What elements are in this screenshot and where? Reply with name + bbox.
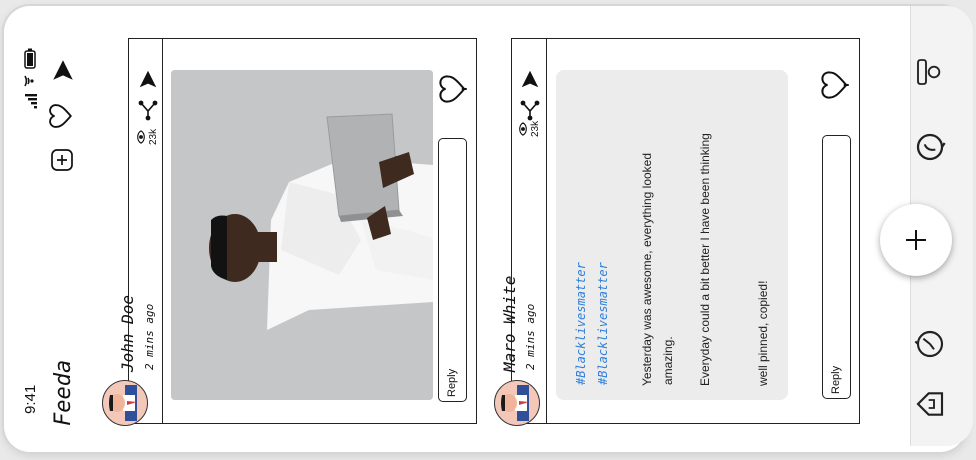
app-screen: 9:41 Feeda 23k Reply John Doe 2 mins ago… [0, 0, 976, 460]
avatar[interactable] [494, 380, 540, 426]
reply-input[interactable] [822, 135, 851, 399]
share-icon[interactable] [518, 98, 542, 122]
wifi-icon [24, 75, 34, 87]
like-icon[interactable] [820, 70, 850, 100]
card-divider [162, 39, 163, 423]
avatar-portrait [495, 381, 539, 425]
battery-icon [24, 48, 36, 69]
like-icon[interactable] [438, 74, 468, 104]
plus-icon [906, 230, 926, 250]
share-send-icon[interactable] [137, 68, 159, 90]
card-divider [546, 39, 547, 423]
post-text-line: amazing. [661, 336, 675, 385]
man-with-laptop-illustration [171, 70, 433, 400]
add-fab-button[interactable] [880, 204, 952, 276]
notifications-icon[interactable] [914, 328, 946, 360]
send-icon[interactable] [50, 57, 76, 83]
avatar[interactable] [102, 380, 148, 426]
share-icon[interactable] [136, 98, 160, 122]
home-icon[interactable] [914, 388, 946, 420]
author-name[interactable]: Maro White [500, 276, 519, 372]
post-text-line: Everyday could a bit better I have been … [698, 133, 712, 386]
eye-icon [137, 130, 145, 144]
post-time: 2 mins ago [143, 303, 156, 370]
post-text-line: well pinned, copied! [756, 280, 770, 386]
hashtag-link[interactable]: #Blacklivesmatter [574, 262, 588, 385]
view-count: 23k [530, 120, 541, 137]
heart-icon[interactable] [48, 103, 74, 129]
view-count: 23k [148, 128, 159, 145]
app-title: Feeda [51, 359, 76, 426]
signal-icon [25, 94, 37, 109]
hashtag-link[interactable]: #Blacklivesmatter [596, 262, 610, 385]
chat-icon[interactable] [914, 131, 946, 163]
reply-input[interactable] [438, 138, 467, 402]
profile-icon[interactable] [914, 56, 946, 88]
reply-label: Reply [830, 365, 842, 394]
share-send-icon[interactable] [519, 68, 541, 90]
post-photo[interactable] [171, 70, 433, 400]
post-time: 2 mins ago [524, 303, 537, 370]
post-text-line: Yesterday was awesome, everything looked [640, 152, 654, 386]
avatar-portrait [103, 381, 147, 425]
add-post-icon[interactable] [50, 148, 74, 172]
reply-label: Reply [446, 368, 458, 397]
eye-icon [519, 122, 527, 136]
author-name[interactable]: John Doe [118, 295, 137, 372]
status-time: 9:41 [22, 384, 39, 414]
